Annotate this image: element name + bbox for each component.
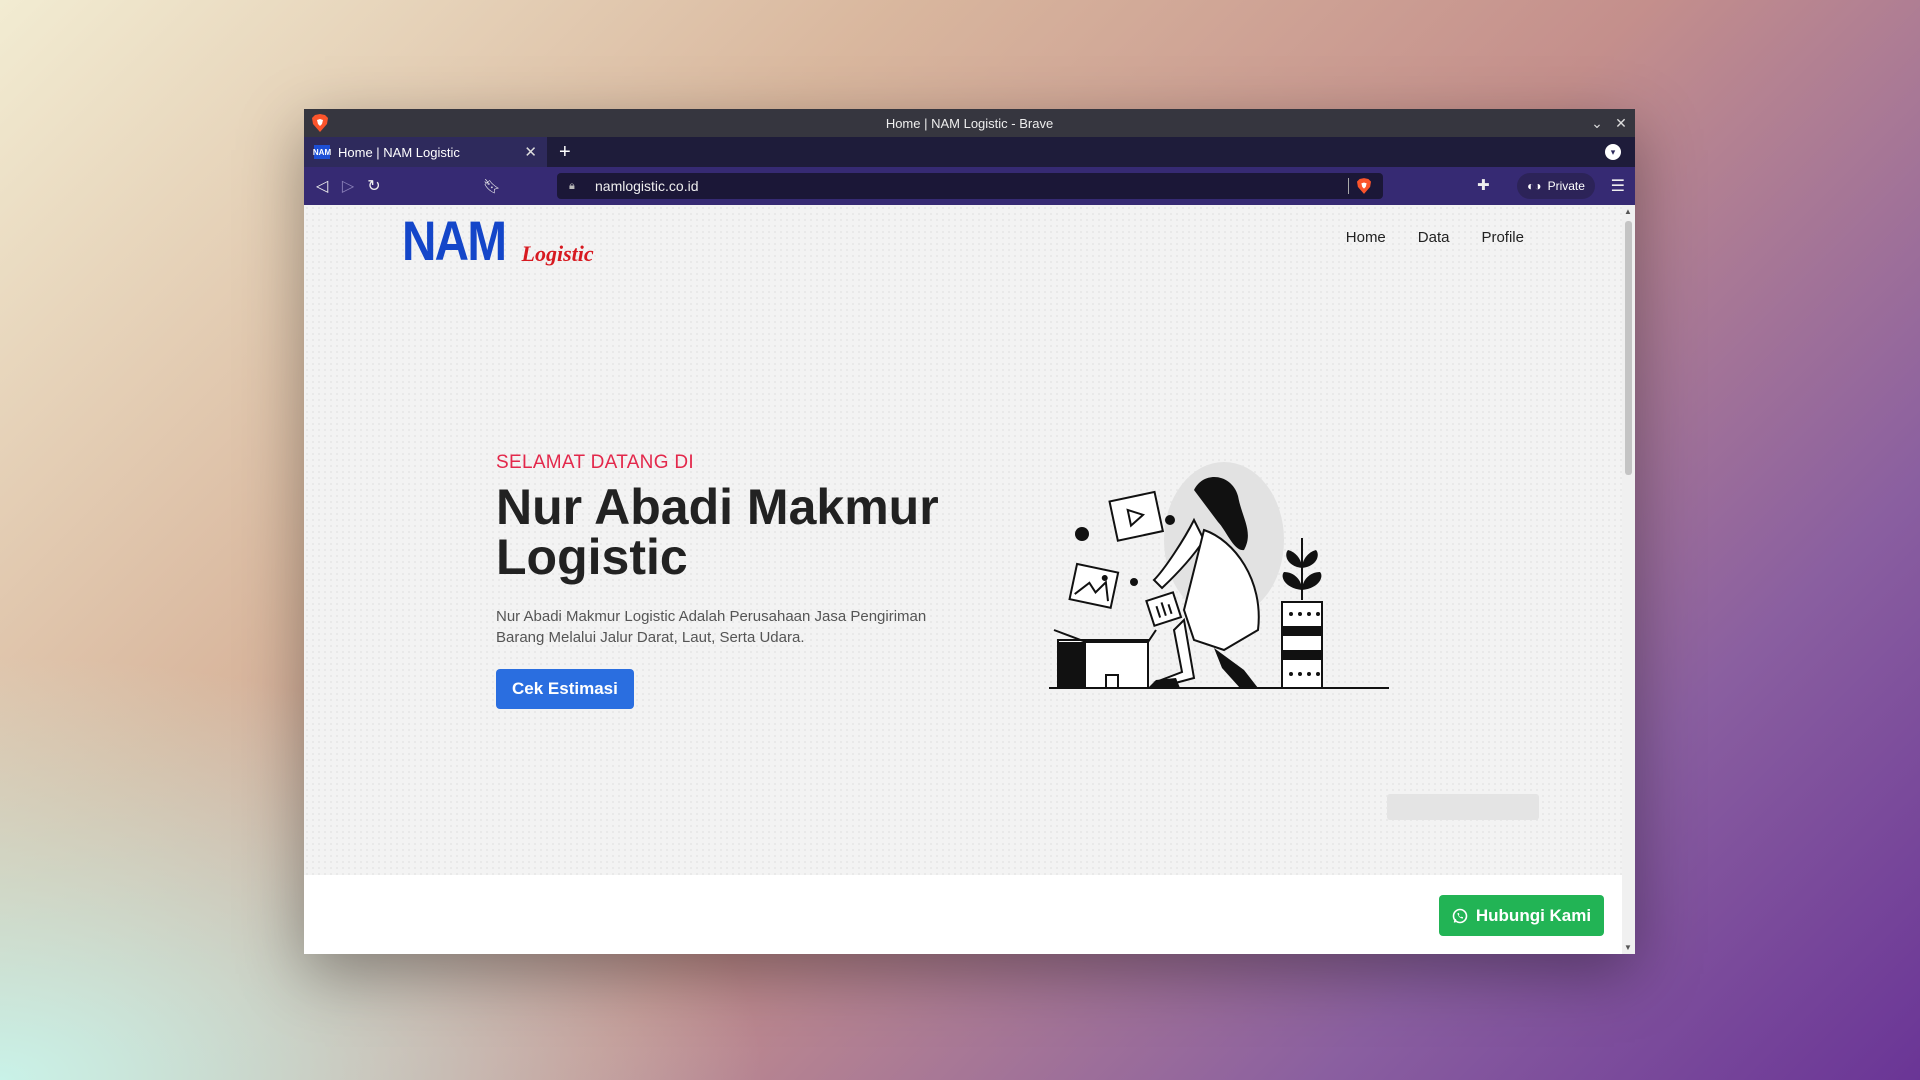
hero-greeting: SELAMAT DATANG DI [496, 452, 694, 473]
hero-description: Nur Abadi Makmur Logistic Adalah Perusah… [496, 608, 927, 646]
minimize-chevron-icon[interactable]: ⌄ [1585, 109, 1609, 137]
hero-headline-line1: Nur Abadi Makmur [496, 479, 939, 535]
navigation-toolbar: ◁ ▷ ↻ 🔖︎ 🔒︎ namlogistic.co.id ✚ ◐◑ Priva… [304, 167, 1635, 205]
forward-arrow-icon[interactable]: ▷ [338, 176, 358, 196]
new-tab-plus-icon[interactable]: + [559, 141, 571, 164]
private-label: Private [1547, 179, 1585, 193]
title-bar: Home | NAM Logistic - Brave ⌄ ✕ [304, 109, 1635, 137]
tab-home[interactable]: NAM Home | NAM Logistic ✕ [304, 137, 547, 167]
puzzle-icon[interactable]: ✚ [1477, 176, 1490, 194]
loading-placeholder-bar [1387, 794, 1539, 820]
hero-text-block: SELAMAT DATANG DI Nur Abadi Makmur Logis… [496, 452, 956, 709]
back-arrow-icon[interactable]: ◁ [312, 176, 332, 196]
bookmark-icon[interactable]: 🔖︎ [482, 176, 502, 196]
hero-headline: Nur Abadi Makmur Logistic [496, 482, 956, 582]
lock-icon[interactable]: 🔒︎ [569, 180, 581, 193]
hamburger-icon[interactable]: ☰ [1611, 176, 1625, 196]
hero-section: NAM Logistic Home Data Profile SELAMAT D… [304, 205, 1622, 875]
page-viewport: NAM Logistic Home Data Profile SELAMAT D… [304, 205, 1635, 954]
private-glasses-icon: ◐◑ [1527, 179, 1542, 193]
nam-favicon-icon: NAM [313, 145, 331, 159]
tab-title: Home | NAM Logistic [338, 144, 460, 160]
logo-nam-text: NAM [402, 209, 507, 272]
tab-bar: NAM Home | NAM Logistic ✕ + ▾ [304, 137, 1635, 167]
close-window-icon[interactable]: ✕ [1609, 109, 1633, 137]
brave-shields-icon[interactable] [1357, 178, 1371, 194]
hubungi-kami-button[interactable]: Hubungi Kami [1439, 895, 1604, 936]
hubungi-kami-label: Hubungi Kami [1475, 905, 1592, 925]
window-title: Home | NAM Logistic - Brave [885, 115, 1054, 131]
whatsapp-icon [1452, 908, 1468, 923]
scroll-down-arrow-icon[interactable]: ▼ [1624, 943, 1632, 952]
private-window-button[interactable]: ◐◑ Private [1517, 173, 1595, 199]
hero-illustration [1049, 462, 1389, 689]
address-bar[interactable]: 🔒︎ namlogistic.co.id [557, 173, 1383, 199]
address-divider [1348, 178, 1349, 194]
url-text[interactable]: namlogistic.co.id [595, 178, 1348, 194]
cek-estimasi-button[interactable]: Cek Estimasi [496, 669, 634, 709]
browser-window: Home | NAM Logistic - Brave ⌄ ✕ NAM Home… [304, 109, 1635, 954]
nav-data[interactable]: Data [1418, 229, 1450, 246]
site-logo[interactable]: NAM Logistic [402, 213, 594, 269]
reload-icon[interactable]: ↻ [364, 176, 384, 196]
hero-headline-line2: Logistic [496, 529, 688, 585]
brave-lion-icon[interactable] [312, 114, 328, 132]
tab-search-chevron-icon[interactable]: ▾ [1605, 144, 1621, 160]
nav-home[interactable]: Home [1346, 229, 1386, 246]
logo-logistic-text: Logistic [521, 241, 594, 266]
nav-profile[interactable]: Profile [1481, 229, 1524, 246]
page-scrollbar[interactable]: ▲ ▼ [1622, 205, 1635, 954]
scrollbar-thumb[interactable] [1625, 221, 1632, 475]
main-nav: Home Data Profile [1346, 229, 1524, 246]
close-tab-icon[interactable]: ✕ [524, 143, 537, 161]
scroll-up-arrow-icon[interactable]: ▲ [1624, 207, 1632, 216]
